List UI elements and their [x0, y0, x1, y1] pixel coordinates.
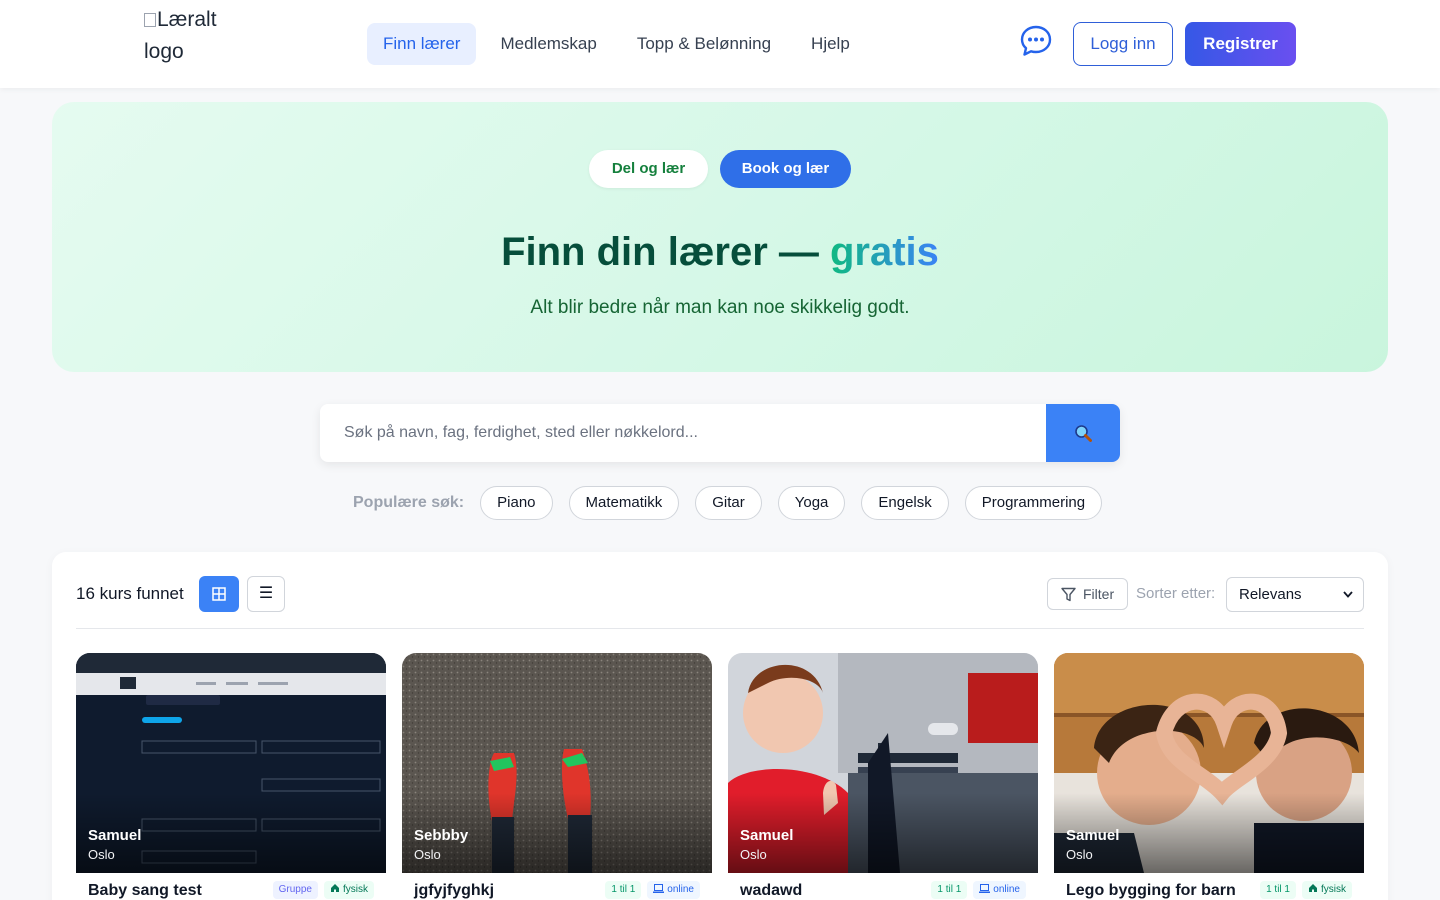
toggle-share-learn[interactable]: Del og lær [589, 150, 708, 188]
broken-image-icon [144, 13, 156, 27]
home-icon [331, 884, 339, 892]
badge-format: 1 til 1 [1260, 881, 1296, 899]
search-input[interactable] [320, 404, 1046, 462]
course-card[interactable]: Samuel Oslo wadawd 1 til 1 online [728, 653, 1038, 900]
chip-guitar[interactable]: Gitar [695, 486, 762, 520]
search-box [320, 404, 1120, 462]
course-card[interactable]: Samuel Oslo Lego bygging for barn 1 til … [1054, 653, 1364, 900]
course-badges: Gruppe fysisk [272, 881, 374, 899]
teacher-city: Oslo [740, 847, 767, 862]
nav-item-top-rewards[interactable]: Topp & Belønning [621, 23, 787, 65]
logo[interactable]: Læralt logo [144, 4, 254, 68]
chat-bubble-icon[interactable] [1019, 24, 1053, 58]
chip-piano[interactable]: Piano [480, 486, 553, 520]
list-icon: ☰ [258, 585, 274, 602]
list-view-button[interactable]: ☰ [247, 576, 285, 612]
hero-title-main: Finn din lærer — [501, 230, 830, 274]
sort-select[interactable]: Relevans [1226, 577, 1364, 612]
divider [76, 628, 1364, 629]
teacher-city: Oslo [1066, 847, 1093, 862]
search-button[interactable] [1046, 404, 1120, 462]
hero-banner: Del og lær Book og lær Finn din lærer — … [52, 102, 1388, 372]
login-button[interactable]: Logg inn [1073, 22, 1173, 66]
laptop-icon [979, 884, 991, 893]
course-title[interactable]: wadawd [740, 882, 802, 900]
course-card[interactable]: Samuel Oslo Baby sang test Gruppe fysisk [76, 653, 386, 900]
badge-format: Gruppe [272, 881, 318, 899]
hero-title-accent: gratis [829, 230, 939, 274]
toggle-book-learn[interactable]: Book og lær [720, 150, 851, 188]
course-title[interactable]: jgfyjfyghkj [414, 882, 494, 900]
top-header: Læralt logo Finn lærer Medlemskap Topp &… [0, 0, 1440, 88]
chevron-down-icon [1343, 591, 1353, 598]
badge-location-text: fysisk [343, 884, 368, 895]
funnel-icon [1061, 587, 1076, 602]
badge-location-text: online [667, 884, 694, 895]
results-panel: 16 kurs funnet ☰ Filter Sorter etter: Re… [52, 552, 1388, 900]
chip-english[interactable]: Engelsk [861, 486, 949, 520]
filter-label: Filter [1083, 586, 1115, 602]
hero-subtitle: Alt blir bedre når man kan noe skikkelig… [530, 297, 910, 318]
chip-programming[interactable]: Programmering [964, 486, 1103, 520]
popular-label: Populære søk: [353, 494, 465, 511]
course-badges: 1 til 1 online [931, 881, 1026, 899]
nav-item-membership[interactable]: Medlemskap [484, 23, 612, 65]
sort-value: Relevans [1239, 586, 1302, 603]
chip-math[interactable]: Matematikk [568, 486, 680, 520]
chip-yoga[interactable]: Yoga [777, 486, 846, 520]
badge-location: fysisk [1302, 881, 1352, 899]
course-title[interactable]: Lego bygging for barn [1066, 882, 1236, 900]
hero-title: Finn din lærer — gratis [52, 228, 1388, 276]
teacher-name: Samuel [88, 827, 142, 844]
results-count: 16 kurs funnet [76, 584, 184, 603]
course-title[interactable]: Baby sang test [88, 882, 202, 900]
main-nav: Finn lærer Medlemskap Topp & Belønning H… [367, 23, 874, 65]
grid-icon [212, 587, 226, 601]
badge-location-text: fysisk [1321, 884, 1346, 895]
course-badges: 1 til 1 online [605, 881, 700, 899]
teacher-city: Oslo [414, 847, 441, 862]
badge-location: fysisk [324, 881, 374, 899]
nav-item-find-teacher[interactable]: Finn lærer [367, 23, 477, 65]
nav-item-help[interactable]: Hjelp [795, 23, 866, 65]
badge-format: 1 til 1 [931, 881, 968, 899]
laptop-icon [653, 884, 665, 893]
home-icon [1309, 884, 1317, 892]
badge-location-text: online [993, 884, 1020, 895]
badge-format: 1 til 1 [605, 881, 642, 899]
course-card[interactable]: Sebbby Oslo jgfyjfyghkj 1 til 1 online [402, 653, 712, 900]
register-button[interactable]: Registrer [1185, 22, 1296, 66]
teacher-city: Oslo [88, 847, 115, 862]
teacher-name: Samuel [740, 827, 794, 844]
badge-location: online [647, 881, 700, 899]
teacher-name: Samuel [1066, 827, 1120, 844]
teacher-name: Sebbby [414, 827, 469, 844]
course-badges: 1 til 1 fysisk [1260, 881, 1352, 899]
magnifier-icon [1075, 425, 1092, 442]
sort-label: Sorter etter: [1136, 585, 1216, 602]
filter-button[interactable]: Filter [1047, 578, 1128, 610]
popular-searches: Populære søk: Piano Matematikk Gitar Yog… [353, 486, 1118, 520]
grid-view-button[interactable] [199, 576, 239, 612]
badge-location: online [973, 881, 1026, 899]
